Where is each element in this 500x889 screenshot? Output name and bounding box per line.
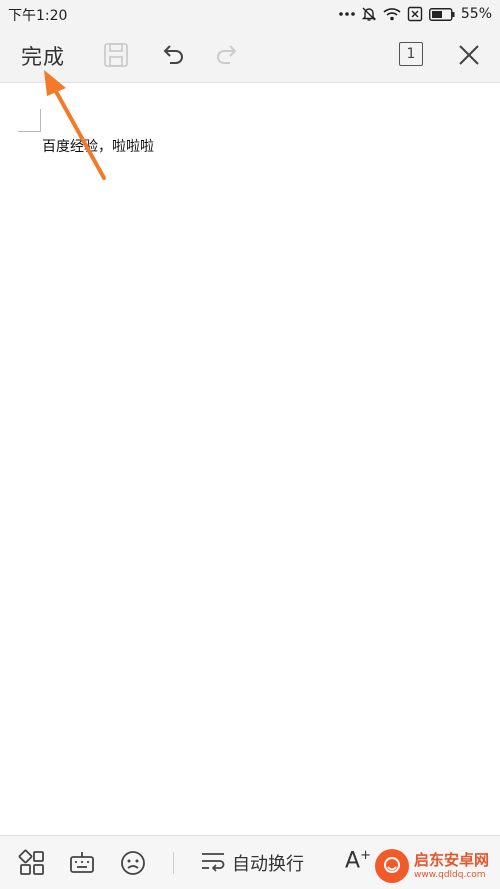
wrap-lines-icon (200, 849, 226, 877)
watermark-title: 启东安卓网 (414, 851, 490, 869)
watermark-logo-icon (375, 849, 409, 883)
mute-bell-icon (361, 6, 377, 22)
font-size-button[interactable]: A+ (345, 848, 371, 873)
battery-percent: 55% (460, 6, 492, 22)
emoji-icon[interactable] (119, 849, 147, 877)
more-dots-icon (339, 11, 355, 17)
status-time: 下午1:20 (8, 8, 68, 24)
save-icon[interactable] (101, 40, 131, 70)
status-bar: 下午1:20 55% (0, 0, 500, 28)
site-watermark: 启东安卓网 www.qdldq.com (375, 843, 500, 889)
screen: 下午1:20 55% 完成 1 百度经验，啦啦啦 自动换行 A+ 启东安卓网 w… (0, 0, 500, 889)
plus-icon: + (360, 848, 371, 863)
margin-corner-marker (18, 109, 41, 132)
bottom-divider (173, 852, 174, 874)
battery-icon (428, 7, 455, 21)
redo-icon[interactable] (213, 40, 243, 70)
status-icons: 55% (339, 4, 492, 24)
apps-grid-icon[interactable] (18, 849, 46, 877)
watermark-url: www.qdldq.com (414, 870, 486, 880)
sim-blocked-icon (407, 6, 423, 22)
document-text[interactable]: 百度经验，啦啦啦 (42, 136, 154, 156)
page-count-button[interactable]: 1 (399, 42, 423, 66)
keyboard-icon[interactable] (68, 849, 96, 877)
font-size-label: A (345, 848, 361, 874)
wifi-icon (383, 7, 401, 21)
undo-icon[interactable] (157, 40, 187, 70)
done-button[interactable]: 完成 (21, 41, 65, 71)
close-icon[interactable] (454, 40, 484, 70)
auto-wrap-button[interactable]: 自动换行 (200, 848, 304, 878)
document-area[interactable]: 百度经验，啦啦啦 (0, 83, 500, 835)
auto-wrap-label: 自动换行 (232, 854, 304, 875)
top-toolbar: 完成 1 (0, 28, 500, 83)
